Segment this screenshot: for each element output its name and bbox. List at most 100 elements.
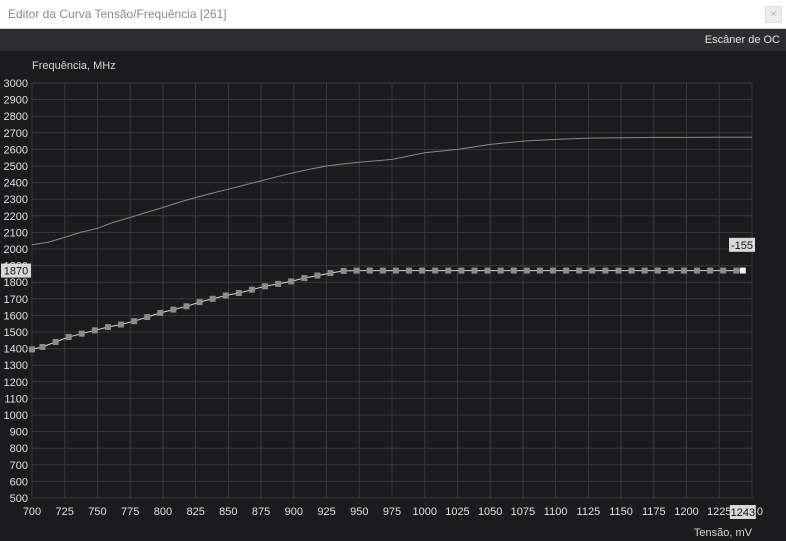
curve-point-handle[interactable] xyxy=(641,267,648,274)
y-tick-label: 2700 xyxy=(4,128,28,140)
curve-point-handle[interactable] xyxy=(510,267,517,274)
curve-point-handle[interactable] xyxy=(615,267,622,274)
x-tick-labels: 700 725 750 775 800 825 850 875 900 925 950 975 1000… xyxy=(23,506,732,518)
curve-point-handle[interactable] xyxy=(170,306,177,313)
curve-point-handle[interactable] xyxy=(131,318,138,325)
curve-point-handle[interactable] xyxy=(327,270,334,277)
curve-point-handle[interactable] xyxy=(484,267,491,274)
curve-point-handle[interactable] xyxy=(576,267,583,274)
curve-point-handle[interactable] xyxy=(314,272,321,279)
y-tick-label: 600 xyxy=(10,476,28,488)
curve-point-handle[interactable] xyxy=(52,338,59,345)
curve-point-handle[interactable] xyxy=(720,267,727,274)
curve-point-handle[interactable] xyxy=(471,267,478,274)
y-tick-label: 1200 xyxy=(4,377,28,389)
y-tick-label: 3000 xyxy=(4,78,28,90)
curve-point-handle[interactable] xyxy=(654,267,661,274)
y-tick-label: 500 xyxy=(10,493,28,505)
grid-lines xyxy=(31,82,753,499)
x-tick-label: 700 xyxy=(23,506,41,518)
curve-point-handle[interactable] xyxy=(301,275,308,282)
curve-point-handle[interactable] xyxy=(222,292,229,299)
y-tick-label: 1100 xyxy=(4,393,28,405)
curve-point-handle[interactable] xyxy=(91,327,98,334)
x-tick-label: 825 xyxy=(186,506,204,518)
curve-point-handle[interactable] xyxy=(39,343,46,350)
curve-point-handle[interactable] xyxy=(196,299,203,306)
close-icon: × xyxy=(770,8,777,20)
oc-scanner-button[interactable]: Escâner de OC xyxy=(705,34,780,46)
y-tick-label: 2900 xyxy=(4,95,28,107)
curve-point-handle[interactable] xyxy=(183,303,190,310)
curve-point-handle[interactable] xyxy=(628,267,635,274)
y-tick-label: 1000 xyxy=(4,410,28,422)
curve-point-handle[interactable] xyxy=(523,267,530,274)
y-tick-label: 1600 xyxy=(4,310,28,322)
curve-point-handle[interactable] xyxy=(29,346,35,353)
toolbar: Escâner de OC xyxy=(0,29,786,51)
x-tick-label: 1000 xyxy=(412,506,436,518)
x-tick-label: 1050 xyxy=(478,506,502,518)
window-titlebar: Editor da Curva Tensão/Frequência [261] … xyxy=(0,0,786,29)
curve-point-handle[interactable] xyxy=(550,267,557,274)
curve-point-handle[interactable] xyxy=(366,267,373,274)
curve-point-handle[interactable] xyxy=(65,333,72,340)
curve-point-handle[interactable] xyxy=(288,278,295,285)
curve-point-handle[interactable] xyxy=(248,286,255,293)
current-voltage-marker: 1243 xyxy=(731,507,755,519)
x-tick-label: 725 xyxy=(56,506,74,518)
curve-point-handle[interactable] xyxy=(707,267,714,274)
x-tick-label: 875 xyxy=(252,506,270,518)
vf-curve-plot[interactable]: Frequência, MHz Tensão, mV 500 600 700 800 9… xyxy=(0,51,786,541)
y-tick-label: 1700 xyxy=(4,294,28,306)
curve-point-handle[interactable] xyxy=(432,267,439,274)
x-tick-label: 800 xyxy=(154,506,172,518)
curve-point-handle[interactable] xyxy=(602,267,609,274)
curve-point-handle[interactable] xyxy=(458,267,465,274)
x-axis-title: Tensão, mV xyxy=(694,527,753,539)
x-tick-label: 1025 xyxy=(445,506,469,518)
curve-point-handle[interactable] xyxy=(733,267,740,274)
curve-point-handle[interactable] xyxy=(445,267,452,274)
close-button[interactable]: × xyxy=(765,6,782,23)
current-markers: 1870 1243 0 -155 xyxy=(1,237,763,519)
window-title: Editor da Curva Tensão/Frequência [261] xyxy=(8,7,227,21)
x-tick-label: 950 xyxy=(350,506,368,518)
curve-point-handle[interactable] xyxy=(144,314,151,321)
curve-point-handle[interactable] xyxy=(392,267,399,274)
y-tick-label: 2400 xyxy=(4,178,28,190)
curve-point-handle[interactable] xyxy=(275,280,282,287)
curve-point-handle[interactable] xyxy=(379,267,386,274)
x-tick-label: 1225 xyxy=(707,506,731,518)
curve-point-handle[interactable] xyxy=(104,324,111,331)
y-tick-label: 900 xyxy=(10,427,28,439)
x-tick-label: 775 xyxy=(121,506,139,518)
x-tick-label: 1100 xyxy=(544,506,568,518)
curve-point-handle[interactable] xyxy=(739,267,746,274)
curve-points[interactable] xyxy=(29,267,746,353)
curve-point-handle[interactable] xyxy=(680,267,687,274)
curve-point-handle[interactable] xyxy=(694,267,701,274)
curve-point-handle[interactable] xyxy=(340,267,347,274)
curve-point-handle[interactable] xyxy=(262,283,269,290)
x-tick-label: 850 xyxy=(219,506,237,518)
y-tick-label: 800 xyxy=(10,443,28,455)
y-tick-label: 2000 xyxy=(4,244,28,256)
curve-point-handle[interactable] xyxy=(157,309,164,316)
vf-curve-chart[interactable]: Frequência, MHz Tensão, mV 500 600 700 800 9… xyxy=(0,51,786,541)
y-tick-label: 1400 xyxy=(4,344,28,356)
curve-point-handle[interactable] xyxy=(563,267,570,274)
curve-point-handle[interactable] xyxy=(536,267,543,274)
curve-point-handle[interactable] xyxy=(406,267,413,274)
curve-point-handle[interactable] xyxy=(353,267,360,274)
curve-point-handle[interactable] xyxy=(118,321,125,328)
x-tick-label: 1175 xyxy=(642,506,666,518)
curve-point-handle[interactable] xyxy=(419,267,426,274)
curve-point-handle[interactable] xyxy=(235,289,242,296)
curve-point-handle[interactable] xyxy=(589,267,596,274)
curve-point-handle[interactable] xyxy=(497,267,504,274)
curve-point-handle[interactable] xyxy=(78,330,85,337)
curve-point-handle[interactable] xyxy=(667,267,674,274)
curve-point-handle[interactable] xyxy=(209,295,216,302)
y-tick-label: 2200 xyxy=(4,211,28,223)
